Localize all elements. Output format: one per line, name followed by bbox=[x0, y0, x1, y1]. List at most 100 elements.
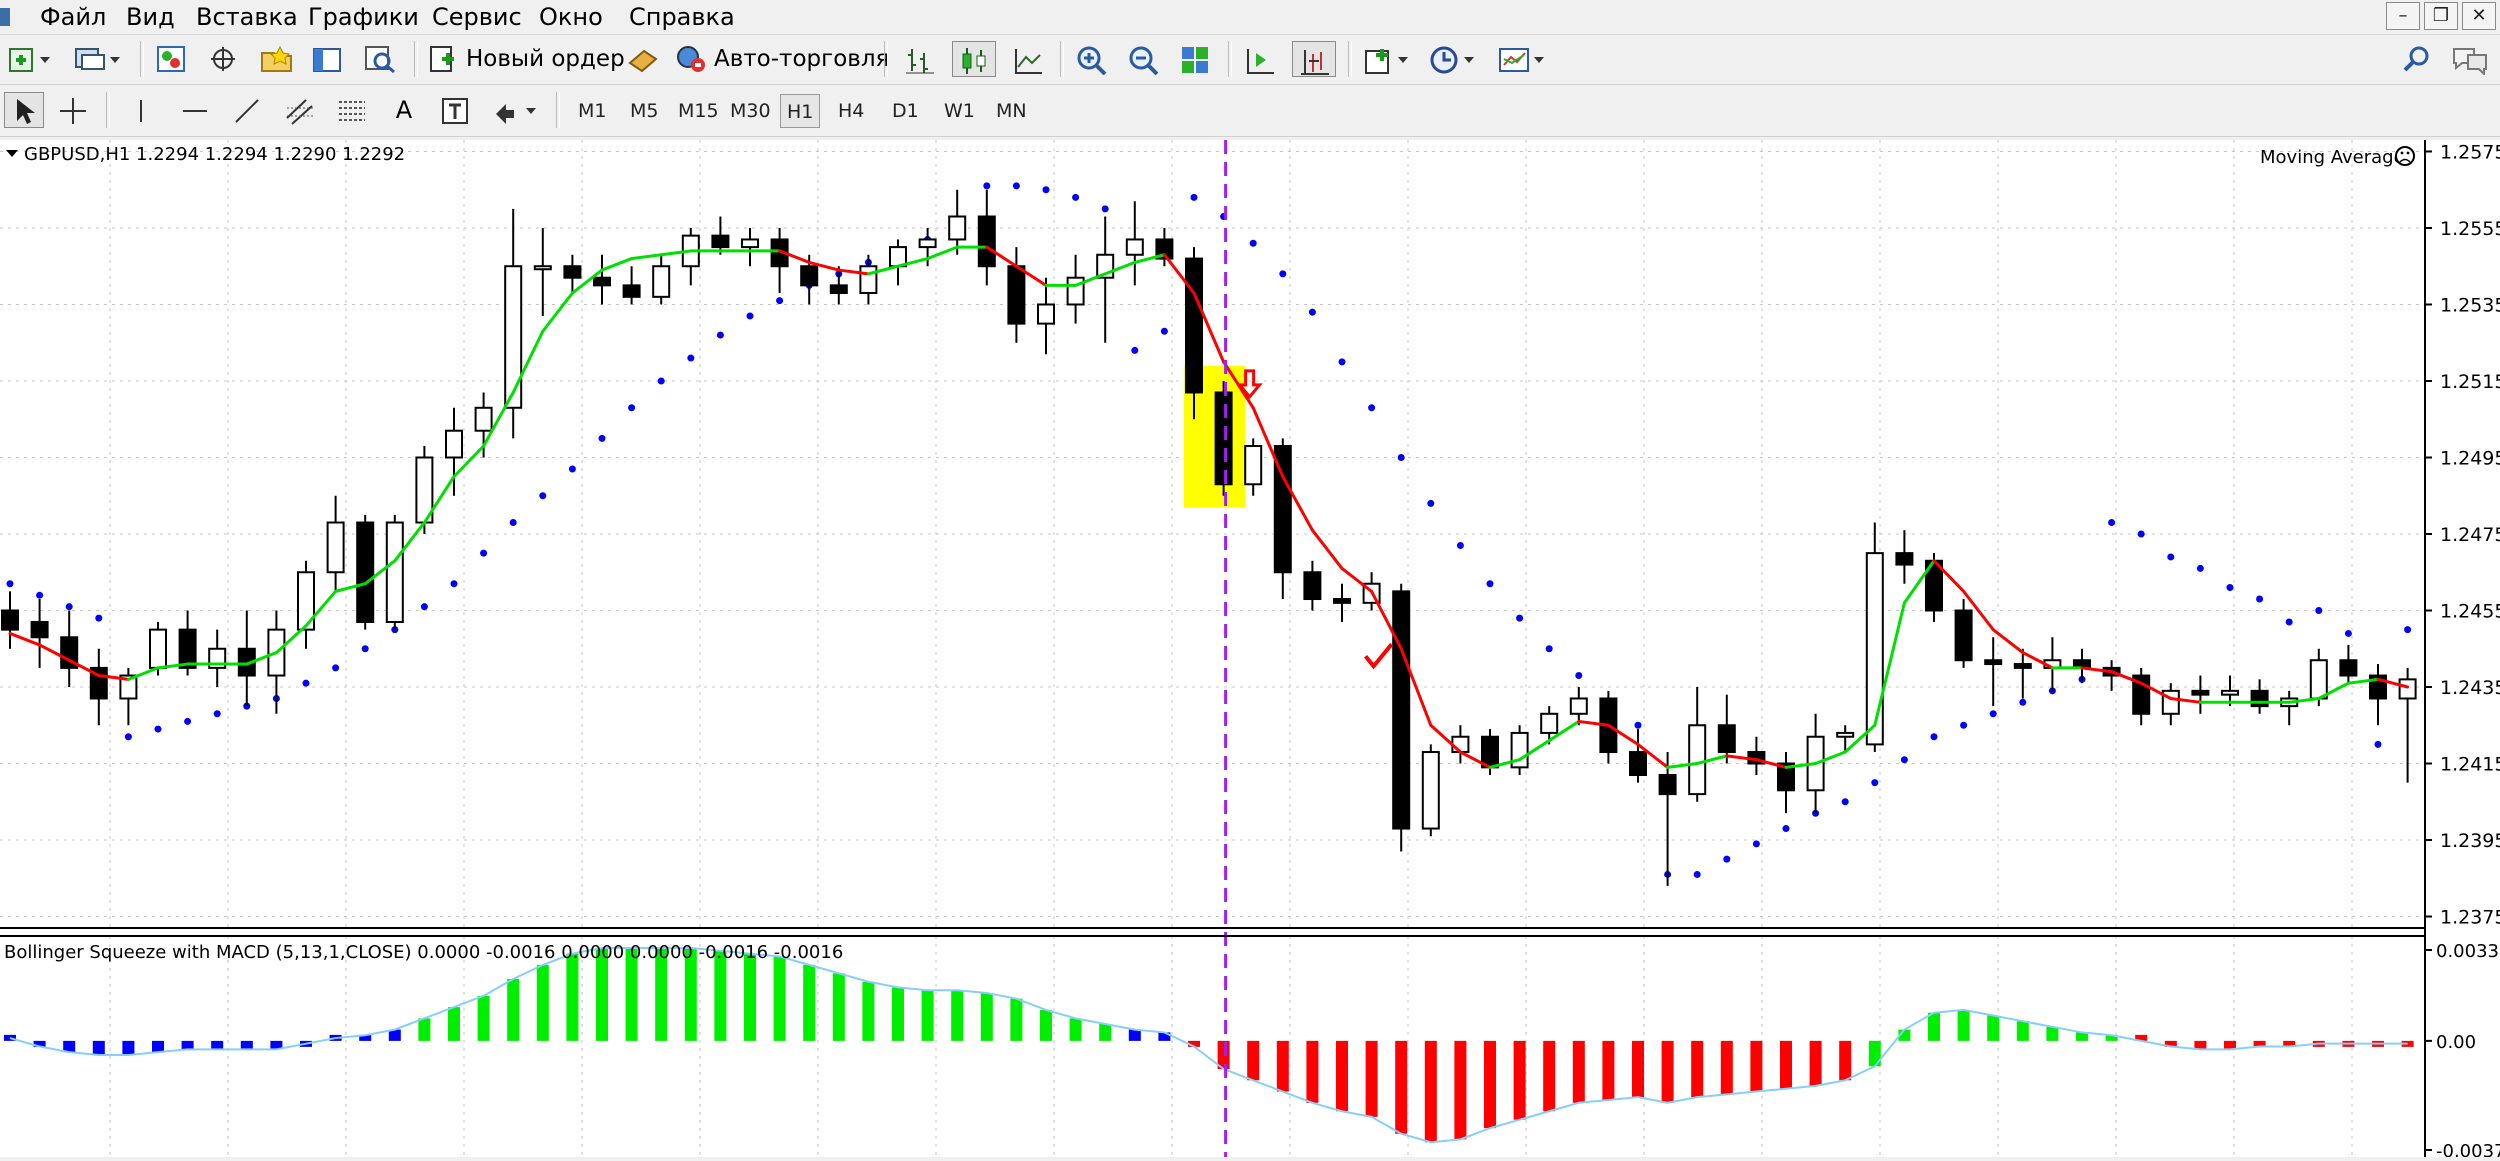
timeframe-h1[interactable]: H1 bbox=[780, 94, 821, 128]
menu-insert[interactable]: Вставка bbox=[196, 0, 298, 34]
new-chart-button[interactable] bbox=[4, 41, 60, 77]
timeframe-m5[interactable]: M5 bbox=[624, 94, 664, 128]
macd-bar bbox=[803, 964, 816, 1041]
line-chart-icon bbox=[1015, 49, 1042, 74]
sar-dot bbox=[2285, 618, 2293, 626]
chat-button[interactable] bbox=[2446, 41, 2490, 77]
app-icon[interactable] bbox=[0, 0, 14, 34]
ma-segment bbox=[541, 291, 574, 333]
menu-file[interactable]: Файл bbox=[40, 0, 106, 34]
crosshair-button[interactable] bbox=[54, 92, 94, 128]
sar-dot bbox=[2019, 698, 2027, 706]
macd-bar bbox=[1780, 1040, 1792, 1089]
macd-histogram bbox=[4, 948, 2414, 1143]
timeframe-h4[interactable]: H4 bbox=[832, 94, 870, 128]
chart-window[interactable]: 1.2575 1.2555 1.2535 1.2515 1.2495 1.2475 1.24… bbox=[0, 140, 2500, 1161]
templates-button[interactable] bbox=[1494, 41, 1554, 77]
menu-help[interactable]: Справка bbox=[629, 0, 735, 34]
sar-dot bbox=[65, 603, 73, 611]
macd-bar bbox=[1099, 1023, 1112, 1041]
sar-dot bbox=[2315, 607, 2323, 615]
timeframe-m1[interactable]: M1 bbox=[572, 94, 612, 128]
macd-bar bbox=[1720, 1040, 1733, 1095]
menu-charts[interactable]: Графики bbox=[308, 0, 419, 34]
chart-canvas[interactable]: 1.2575 1.2555 1.2535 1.2515 1.2495 1.2475 1.24… bbox=[0, 140, 2500, 1161]
candle-bull bbox=[1244, 445, 1263, 486]
macd-bar bbox=[892, 987, 904, 1041]
macd-bar bbox=[1128, 1029, 1141, 1041]
strategy-tester-button[interactable] bbox=[360, 41, 400, 77]
terminal-button[interactable] bbox=[308, 41, 348, 77]
menu-view[interactable]: Вид bbox=[126, 0, 175, 34]
horizontal-line-button[interactable] bbox=[176, 92, 216, 128]
search-button[interactable] bbox=[2398, 41, 2434, 77]
drawing-toolbar: A M1 M5 M15 M30 H1 H4 D1 W1 MN bbox=[0, 86, 2500, 137]
arrows-button[interactable] bbox=[488, 92, 544, 128]
profiles-button[interactable] bbox=[68, 41, 128, 77]
line-chart-button[interactable] bbox=[1008, 41, 1048, 77]
timeframe-m30[interactable]: M30 bbox=[724, 94, 777, 128]
sar-dot bbox=[1131, 346, 1139, 354]
macd-bar bbox=[714, 950, 727, 1041]
zoom-out-button[interactable] bbox=[1124, 41, 1164, 77]
indicators-button[interactable] bbox=[1360, 41, 1418, 77]
market-watch-button[interactable] bbox=[152, 41, 192, 77]
candlestick-button[interactable] bbox=[952, 41, 996, 77]
restore-button[interactable]: ❐ bbox=[2424, 2, 2458, 30]
candle-bull bbox=[652, 265, 671, 298]
sar-dot bbox=[2137, 530, 2145, 538]
candle-bull bbox=[918, 238, 937, 249]
sar-dot bbox=[1279, 270, 1287, 278]
standard-toolbar: Новый ордер Авто-торговля bbox=[0, 35, 2500, 85]
close-button[interactable]: ✕ bbox=[2462, 2, 2496, 30]
timeframe-m15[interactable]: M15 bbox=[672, 94, 725, 128]
timeframe-d1[interactable]: D1 bbox=[886, 94, 925, 128]
star-folder-icon bbox=[261, 45, 292, 72]
macd-bar bbox=[1365, 1040, 1378, 1117]
bar-chart-button[interactable] bbox=[900, 41, 940, 77]
candle-bull bbox=[1688, 724, 1707, 796]
chart-shift-button[interactable] bbox=[1240, 41, 1280, 77]
candle-bear bbox=[2339, 659, 2358, 677]
sar-dot bbox=[332, 664, 340, 672]
text-label-icon bbox=[442, 98, 468, 124]
zoom-in-button[interactable] bbox=[1072, 41, 1112, 77]
cursor-button[interactable] bbox=[4, 92, 44, 128]
sar-dot bbox=[2196, 564, 2204, 572]
text-button[interactable]: A bbox=[384, 92, 424, 128]
sar-dot bbox=[1042, 186, 1050, 194]
text-label-button[interactable] bbox=[436, 92, 476, 128]
price-label: 1.2435 bbox=[2440, 677, 2500, 699]
candle-bear bbox=[1717, 724, 1736, 754]
vertical-line-button[interactable] bbox=[122, 92, 162, 128]
equidistant-channel-button[interactable] bbox=[280, 92, 320, 128]
new-order-button[interactable]: Новый ордер bbox=[426, 41, 625, 77]
sar-dot bbox=[2108, 519, 2116, 527]
tile-windows-button[interactable] bbox=[1176, 41, 1216, 77]
collapse-triangle-icon[interactable] bbox=[6, 150, 18, 157]
fibonacci-button[interactable] bbox=[332, 92, 372, 128]
auto-trading-button[interactable]: Авто-торговля bbox=[672, 41, 889, 77]
ma-segment bbox=[1310, 528, 1344, 570]
trendline-button[interactable] bbox=[228, 92, 268, 128]
trendline-icon bbox=[235, 99, 259, 123]
auto-trading-label: Авто-торговля bbox=[714, 46, 890, 72]
data-window-button[interactable] bbox=[204, 41, 244, 77]
timeframe-mn[interactable]: MN bbox=[990, 94, 1033, 128]
navigator-button[interactable] bbox=[256, 41, 296, 77]
macd-bar bbox=[477, 995, 490, 1041]
sar-dot bbox=[1723, 855, 1731, 863]
metaeditor-button[interactable] bbox=[622, 41, 662, 77]
candle-bear bbox=[1954, 609, 1973, 662]
menu-tools[interactable]: Сервис bbox=[432, 0, 522, 34]
auto-scroll-button[interactable] bbox=[1292, 41, 1336, 77]
menu-window[interactable]: Окно bbox=[539, 0, 603, 34]
price-label: 1.2555 bbox=[2440, 218, 2500, 240]
sar-dot bbox=[1249, 239, 1257, 247]
sar-dot bbox=[598, 434, 606, 442]
timeframe-w1[interactable]: W1 bbox=[938, 94, 981, 128]
minimize-button[interactable]: – bbox=[2386, 2, 2420, 30]
arrows-icon bbox=[496, 104, 536, 124]
periods-button[interactable] bbox=[1426, 41, 1484, 77]
macd-bar bbox=[566, 953, 579, 1041]
